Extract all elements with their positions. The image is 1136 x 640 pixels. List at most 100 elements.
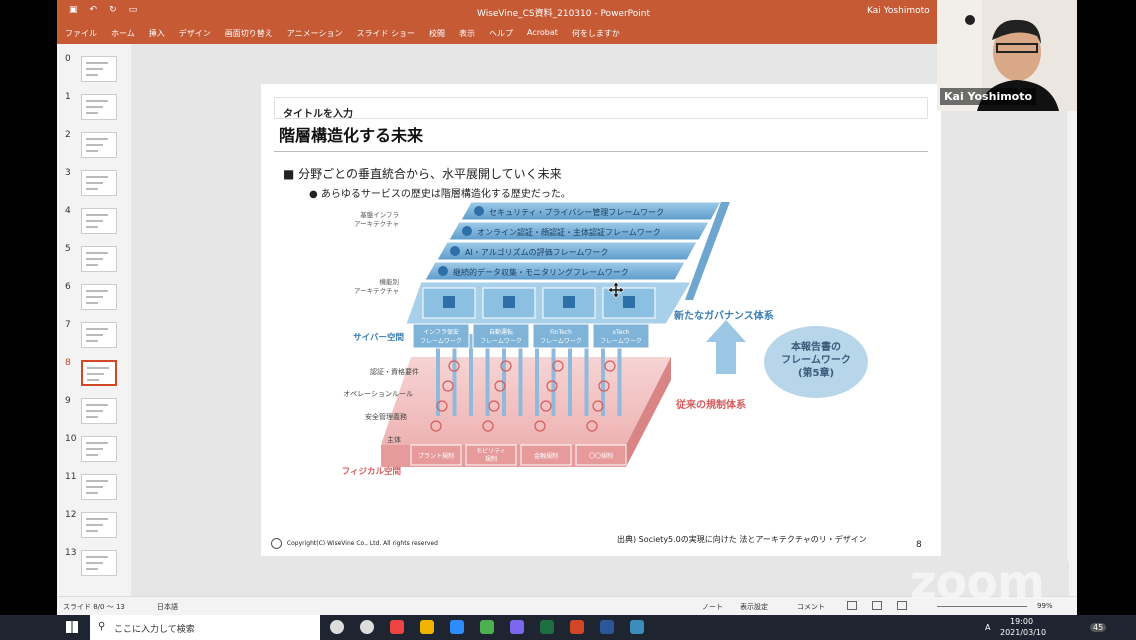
clock-date[interactable]: 2021/03/10	[1000, 628, 1046, 637]
physical-cell-label: プラント規制	[418, 452, 454, 460]
cyber-cell-label: xTech	[613, 329, 630, 336]
thumbnail-number: 9	[65, 396, 71, 406]
clock-time[interactable]: 19:00	[1010, 617, 1033, 626]
thumbnail-preview[interactable]	[81, 284, 117, 310]
function-architecture-label: アーキテクチャ	[354, 287, 399, 295]
chrome-alt-icon[interactable]	[390, 620, 404, 634]
cyber-space-label: サイバー空間	[353, 332, 404, 343]
ribbon-tab[interactable]: 表示	[459, 28, 475, 39]
ribbon-tab[interactable]: ファイル	[65, 28, 97, 39]
powerpoint-window: ▣ ↶ ↻ ▭ WiseVine_CS資料_210310 - PowerPoin…	[57, 0, 1077, 615]
slide-thumbnail[interactable]: 3	[57, 168, 131, 198]
thumbnail-preview[interactable]	[81, 132, 117, 158]
ribbon-tab[interactable]: Acrobat	[527, 28, 558, 39]
ribbon-tab-list: ファイル ホーム 挿入 デザイン 画面切り替え アニメーション スライド ショー 校閲 表示 ヘル…	[65, 28, 620, 39]
thumbnail-preview[interactable]	[81, 170, 117, 196]
task-view-icon[interactable]	[360, 620, 374, 634]
chrome-icon[interactable]	[480, 620, 494, 634]
layered-architecture-diagram[interactable]: インフラ保安フレームワーク自動運転フレームワークFinTechフレームワークxT…	[261, 202, 941, 542]
physical-layer-top	[381, 357, 671, 445]
present-icon[interactable]: ▭	[129, 5, 138, 15]
save-icon[interactable]: ▣	[69, 5, 78, 15]
bullet-level2[interactable]: ● あらゆるサービスの歴史は階層構造化する歴史だった。	[309, 185, 571, 200]
thumbnail-preview[interactable]	[81, 360, 117, 386]
slide-thumbnail[interactable]: 5	[57, 244, 131, 274]
slide-thumbnail[interactable]: 6	[57, 282, 131, 312]
cyber-cell-label: フレームワーク	[600, 338, 642, 345]
bullet-level1[interactable]: ■ 分野ごとの垂直統合から、水平展開していく未来	[283, 165, 562, 182]
thumbnail-preview[interactable]	[81, 512, 117, 538]
ribbon-tab[interactable]: アニメーション	[287, 28, 343, 39]
thumbnail-preview[interactable]	[81, 208, 117, 234]
slide-thumbnail[interactable]: 8	[57, 358, 131, 388]
file-explorer-icon[interactable]	[420, 620, 434, 634]
excel-icon[interactable]	[540, 620, 554, 634]
word-icon[interactable]	[600, 620, 614, 634]
cortana-icon[interactable]	[330, 620, 344, 634]
cyber-cell-label: フレームワーク	[420, 338, 462, 345]
account-name[interactable]: Kai Yoshimoto	[867, 6, 930, 16]
pillar	[469, 334, 473, 416]
thumbnail-preview[interactable]	[81, 474, 117, 500]
physical-cell-label: モビリティ	[476, 447, 506, 455]
slide-sorter-icon[interactable]	[872, 601, 882, 610]
taskbar-search[interactable]: ⚲ ここに入力して検索	[90, 615, 320, 640]
slide-source: 出典) Society5.0の実現に向けた 法とアーキテクチャのリ・デザイン	[617, 535, 867, 544]
windows-start-icon[interactable]	[66, 621, 78, 633]
thumbnail-preview[interactable]	[81, 322, 117, 348]
thumbnail-preview[interactable]	[81, 246, 117, 272]
thumbnail-number: 7	[65, 320, 71, 330]
redo-icon[interactable]: ↻	[109, 5, 117, 15]
slide-thumbnail[interactable]: 1	[57, 92, 131, 122]
function-icon	[443, 296, 455, 308]
powerpoint-icon[interactable]	[570, 620, 584, 634]
thumbnail-preview[interactable]	[81, 398, 117, 424]
thumbnail-number: 5	[65, 244, 71, 254]
ribbon-tab[interactable]: 何をしますか	[572, 28, 620, 39]
photos-icon[interactable]	[630, 620, 644, 634]
thumbnail-number: 2	[65, 130, 71, 140]
ribbon-tab[interactable]: 画面切り替え	[225, 28, 273, 39]
ribbon-tabs: ファイル ホーム 挿入 デザイン 画面切り替え アニメーション スライド ショー 校閲 表示 ヘル…	[57, 22, 1077, 44]
auth-requirements-label: 認証・資格要件	[370, 367, 419, 376]
thumbnail-number: 3	[65, 168, 71, 178]
physical-cell-label: 〇〇規制	[589, 452, 613, 460]
notification-count[interactable]: 45	[1090, 623, 1107, 632]
ribbon-tab[interactable]: ホーム	[111, 28, 135, 39]
vertical-scrollbar[interactable]	[1067, 111, 1077, 561]
ribbon-tab[interactable]: デザイン	[179, 28, 211, 39]
ribbon-tab[interactable]: 校閲	[429, 28, 445, 39]
slide-thumbnail[interactable]: 7	[57, 320, 131, 350]
messenger-icon[interactable]	[510, 620, 524, 634]
ribbon-tab[interactable]: スライド ショー	[356, 28, 415, 39]
window-title: WiseVine_CS資料_210310 - PowerPoint	[477, 9, 651, 19]
thumbnail-preview[interactable]	[81, 550, 117, 576]
slide-thumbnail[interactable]: 10	[57, 434, 131, 464]
ime-indicator[interactable]: A	[985, 623, 990, 632]
physical-cell-label: 金融規制	[534, 452, 558, 460]
slide-heading[interactable]: 階層構造化する未来	[279, 122, 423, 146]
thumbnail-preview[interactable]	[81, 56, 117, 82]
undo-icon[interactable]: ↶	[90, 5, 98, 15]
language-indicator[interactable]: 日本語	[157, 602, 178, 612]
ribbon-tab[interactable]: ヘルプ	[489, 28, 513, 39]
slide-thumbnail[interactable]: 4	[57, 206, 131, 236]
slide-thumbnail[interactable]: 0	[57, 54, 131, 84]
zoom-app-icon[interactable]	[450, 620, 464, 634]
thumbnail-number: 1	[65, 92, 71, 102]
ribbon-tab[interactable]: 挿入	[149, 28, 165, 39]
comments-button[interactable]: コメント	[797, 602, 825, 612]
slide-thumbnail[interactable]: 12	[57, 510, 131, 540]
normal-view-icon[interactable]	[847, 601, 857, 610]
title-placeholder[interactable]: タイトルを入力	[274, 97, 928, 120]
slide-page-number: 8	[916, 540, 922, 550]
notes-button[interactable]: ノート	[702, 602, 723, 612]
slide-thumbnail[interactable]: 11	[57, 472, 131, 502]
reading-view-icon[interactable]	[897, 601, 907, 610]
display-settings-button[interactable]: 表示設定	[740, 602, 768, 612]
slide-thumbnail[interactable]: 13	[57, 548, 131, 578]
slide-thumbnail[interactable]: 2	[57, 130, 131, 160]
thumbnail-preview[interactable]	[81, 94, 117, 120]
thumbnail-preview[interactable]	[81, 436, 117, 462]
slide-thumbnail[interactable]: 9	[57, 396, 131, 426]
